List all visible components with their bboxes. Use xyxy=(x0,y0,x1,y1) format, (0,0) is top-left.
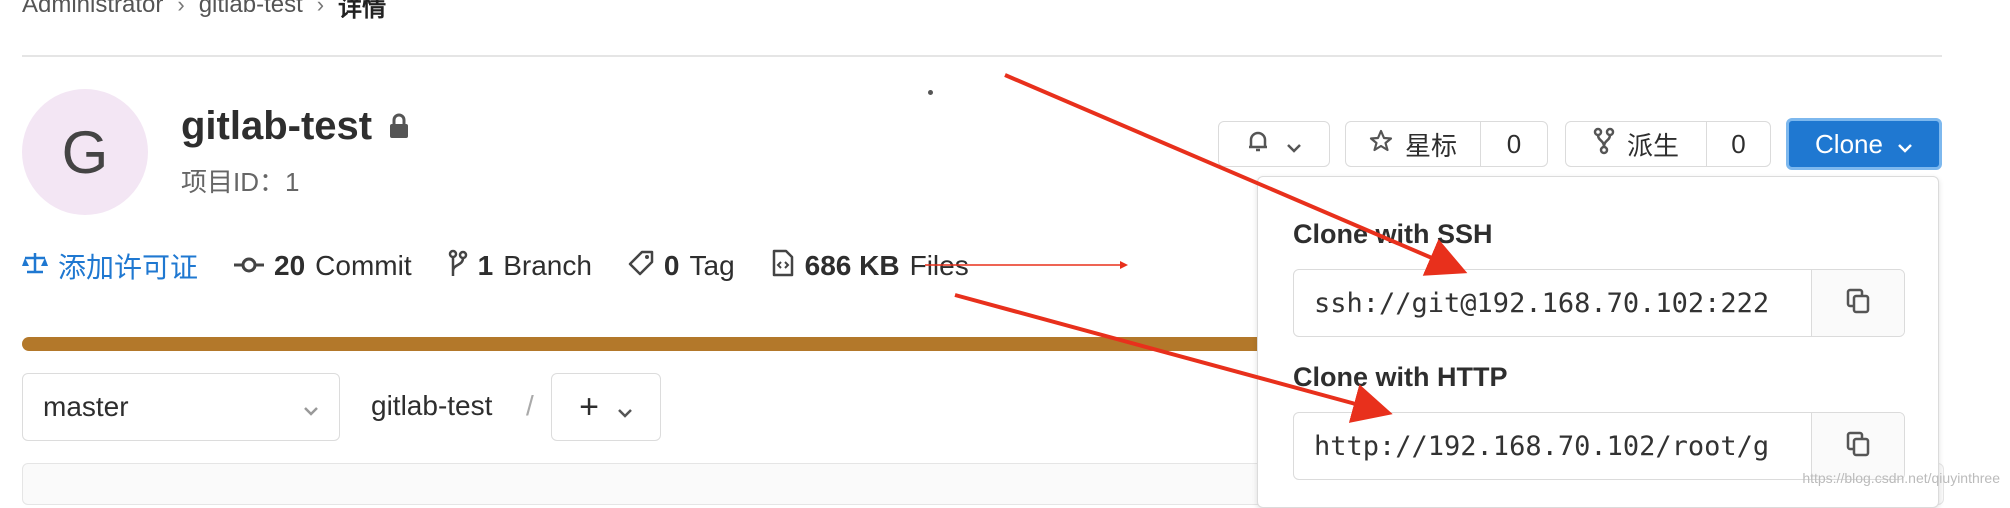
branches-link[interactable]: 1 Branch xyxy=(448,249,592,284)
notification-dropdown-button[interactable] xyxy=(1218,121,1330,167)
watermark: https://blog.csdn.net/qiuyinthree xyxy=(1802,470,2000,486)
tag-icon xyxy=(628,250,654,283)
http-url-input[interactable]: http://192.168.70.102/root/g xyxy=(1294,413,1811,479)
avatar-letter: G xyxy=(61,118,109,186)
fork-count[interactable]: 0 xyxy=(1707,122,1770,166)
add-file-dropdown-button[interactable]: + xyxy=(551,373,661,441)
files-label: Files xyxy=(909,250,969,281)
chevron-down-icon xyxy=(303,391,319,423)
stray-dot xyxy=(928,90,933,95)
breadcrumb-item-project[interactable]: gitlab-test xyxy=(199,0,303,19)
commit-icon xyxy=(234,250,265,282)
branch-icon xyxy=(448,249,468,284)
chevron-down-icon xyxy=(1897,129,1913,160)
license-label: 添加许可证 xyxy=(58,252,199,283)
commits-count: 20 xyxy=(274,250,306,281)
fork-icon xyxy=(1593,127,1615,162)
project-id: 项目ID：1 xyxy=(181,167,300,197)
clone-label: Clone xyxy=(1815,128,1883,159)
repository-language-bar xyxy=(22,337,1272,351)
branches-count: 1 xyxy=(477,250,494,281)
branch-name: master xyxy=(43,391,129,422)
fork-label: 派生 xyxy=(1626,130,1679,161)
repository-path-link[interactable]: gitlab-test xyxy=(371,390,492,422)
lock-icon xyxy=(388,104,410,149)
commits-label: Commit xyxy=(315,250,412,281)
clone-http-label: Clone with HTTP xyxy=(1293,362,1508,392)
scale-icon xyxy=(22,250,48,283)
star-button[interactable]: 星标 xyxy=(1346,122,1481,166)
copy-icon xyxy=(1845,288,1871,319)
tags-link[interactable]: 0 Tag xyxy=(628,250,735,283)
branches-label: Branch xyxy=(503,250,592,281)
clone-button[interactable]: Clone xyxy=(1786,118,1942,170)
copy-icon xyxy=(1845,431,1871,462)
star-label: 星标 xyxy=(1404,130,1457,161)
bell-icon xyxy=(1246,129,1270,160)
breadcrumb-item-administrator[interactable]: Administrator xyxy=(22,0,163,19)
star-icon xyxy=(1369,129,1393,160)
chevron-down-icon xyxy=(617,388,633,427)
plus-icon: + xyxy=(579,387,599,426)
divider xyxy=(22,55,1942,57)
breadcrumb: Administrator › gitlab-test › 详情 xyxy=(22,0,386,22)
project-stats: 添加许可证 20 Commit 1 Branch 0 Tag 686 KB Fi… xyxy=(22,248,1005,284)
tags-count: 0 xyxy=(663,250,680,281)
files-size: 686 KB xyxy=(804,250,900,281)
breadcrumb-current: 详情 xyxy=(338,0,387,22)
tags-label: Tag xyxy=(689,250,735,281)
commits-link[interactable]: 20 Commit xyxy=(234,250,412,282)
project-avatar: G xyxy=(22,89,148,215)
path-separator: / xyxy=(526,390,534,421)
file-code-icon xyxy=(771,249,795,284)
fork-button-group: 派生 0 xyxy=(1565,121,1771,167)
add-license-link[interactable]: 添加许可证 xyxy=(22,246,198,286)
clone-ssh-label: Clone with SSH xyxy=(1293,219,1493,249)
chevron-right-icon: › xyxy=(177,0,185,17)
star-button-group: 星标 0 xyxy=(1345,121,1548,167)
project-name: gitlab-test xyxy=(181,104,373,148)
chevron-down-icon xyxy=(1286,129,1302,160)
chevron-right-icon: › xyxy=(316,0,325,17)
files-link[interactable]: 686 KB Files xyxy=(771,249,969,284)
clone-ssh-field: ssh://git@192.168.70.102:222 xyxy=(1293,269,1905,337)
clone-dropdown: Clone with SSH ssh://git@192.168.70.102:… xyxy=(1257,176,1939,508)
ssh-url-input[interactable]: ssh://git@192.168.70.102:222 xyxy=(1294,270,1811,336)
fork-button[interactable]: 派生 xyxy=(1566,122,1707,166)
project-title: gitlab-test xyxy=(181,104,410,149)
copy-ssh-button[interactable] xyxy=(1811,270,1904,336)
branch-selector[interactable]: master xyxy=(22,373,340,441)
arrow-horizontal-head xyxy=(1120,261,1128,269)
star-count[interactable]: 0 xyxy=(1481,122,1547,166)
